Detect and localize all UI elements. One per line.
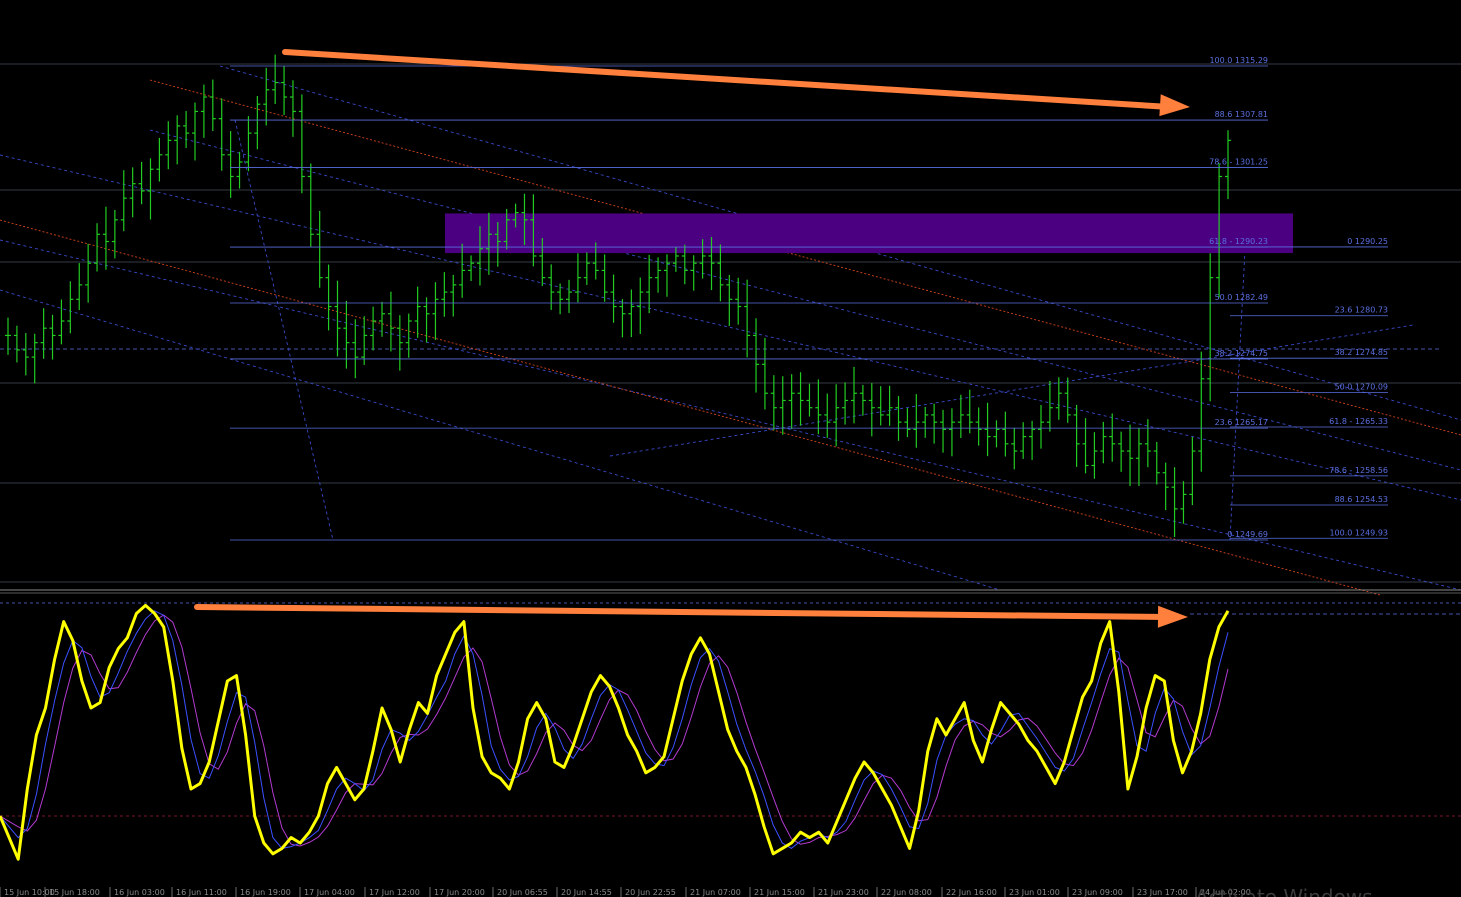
x-tick-label: 17 Jun 20:00 [434,888,485,897]
fib-left-label: 23.6 1265.17 [1215,418,1268,427]
x-tick-label: 23 Jun 09:00 [1072,888,1123,897]
fib-left-label: 61.8 - 1290.23 [1209,237,1268,246]
x-tick-label: 21 Jun 07:00 [690,888,741,897]
x-tick-label: 20 Jun 14:55 [561,888,612,897]
x-tick-label: 15 Jun 18:00 [49,888,100,897]
fib-left-label: 38.2 1274.75 [1215,349,1268,358]
fib-left-label: 50.0 1282.49 [1215,293,1268,302]
price-chart: 100.0 1315.29 88.6 1307.81 78.6 - 1301.25 6… [0,0,1461,897]
fib-left-label: 0 1249.69 [1227,530,1268,539]
x-tick-label: 20 Jun 06:55 [497,888,548,897]
x-tick-label: 17 Jun 12:00 [369,888,420,897]
x-tick-label: 17 Jun 04:00 [304,888,355,897]
x-tick-label: 16 Jun 11:00 [176,888,227,897]
fib-right-label: 100.0 1249.93 [1329,528,1388,537]
fib-right-label: 50.0 1270.09 [1335,383,1388,392]
x-tick-label: 20 Jun 22:55 [625,888,676,897]
x-tick-label: 23 Jun 01:00 [1009,888,1060,897]
x-tick-label: 15 Jun 10:00 [4,888,55,897]
fib-right-label: 88.6 1254.53 [1335,495,1388,504]
x-tick-label: 22 Jun 08:00 [881,888,932,897]
x-tick-label: 16 Jun 03:00 [114,888,165,897]
fib-left-label: 88.6 1307.81 [1215,110,1268,119]
x-tick-label: 23 Jun 17:00 [1137,888,1188,897]
x-tick-label: 16 Jun 19:00 [240,888,291,897]
x-tick-label: 21 Jun 15:00 [754,888,805,897]
x-tick-label: 22 Jun 16:00 [946,888,997,897]
fib-right-label: 0 1290.25 [1347,237,1388,246]
fib-left-label: 100.0 1315.29 [1209,56,1268,65]
windows-watermark: Activate Windows [1195,885,1373,897]
fib-right-label: 61.8 - 1265.33 [1329,417,1388,426]
fib-right-label: 23.6 1280.73 [1335,306,1388,315]
fib-left-label: 78.6 - 1301.25 [1209,157,1268,166]
fib-right-label: 78.6 - 1258.56 [1329,466,1388,475]
chart-background [0,0,1461,897]
x-tick-label: 21 Jun 23:00 [818,888,869,897]
fib-right-label: 38.2 1274.85 [1335,348,1388,357]
